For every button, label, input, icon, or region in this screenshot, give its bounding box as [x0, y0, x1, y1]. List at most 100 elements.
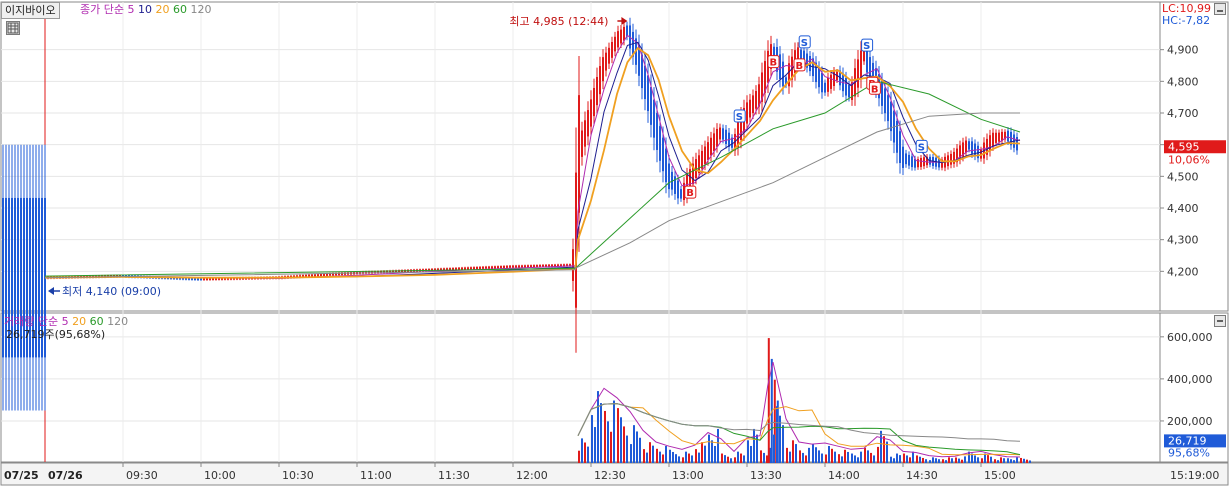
candle-body	[920, 157, 922, 167]
volume-bar	[717, 428, 719, 463]
price-ma-legend[interactable]: 종가 단순 5 10 20 60 120	[80, 3, 211, 17]
volume-bar	[600, 403, 602, 463]
candle-body	[884, 88, 886, 114]
current-price-label: 4,595	[1168, 140, 1200, 153]
table-grid-icon[interactable]	[6, 21, 20, 35]
volume-bar	[633, 425, 635, 463]
candle-body	[647, 75, 649, 112]
candle-body	[617, 31, 619, 48]
volume-bar	[617, 408, 619, 463]
vol-ma-period-5: 5	[61, 315, 69, 328]
volume-bar	[701, 442, 703, 463]
candle-body	[518, 265, 520, 268]
volume-bar	[994, 459, 996, 463]
maximize-icon[interactable]	[1214, 315, 1226, 327]
volume-bar	[604, 410, 606, 463]
volume-bar	[961, 459, 963, 463]
candle-body	[650, 87, 652, 125]
candle-body	[680, 189, 682, 199]
minimize-icon[interactable]	[1214, 3, 1226, 15]
volume-bar	[1010, 459, 1012, 463]
candle-body	[977, 145, 979, 159]
volume-bar	[834, 451, 836, 463]
volume-bar	[1003, 458, 1005, 463]
candle-body	[863, 50, 865, 62]
buy-signal-label: B	[796, 61, 804, 72]
candle-body	[860, 50, 862, 79]
candle-body	[749, 99, 751, 118]
candle-body	[821, 72, 823, 93]
candle-body	[491, 266, 493, 269]
volume-bar	[675, 454, 677, 463]
volume-bar	[867, 450, 869, 463]
candle-body	[824, 82, 826, 93]
volume-bar	[649, 442, 651, 463]
volume-bar	[659, 451, 661, 463]
volume-bar	[776, 406, 778, 463]
volume-bar	[955, 457, 957, 463]
volume-bar	[873, 455, 875, 463]
volume-bar	[581, 438, 583, 463]
price-pane	[0, 1, 1161, 312]
volume-bar	[782, 425, 784, 463]
ma-period-20: 20	[155, 3, 170, 16]
date-label-current: 07/26	[48, 469, 83, 482]
candle-body	[500, 266, 502, 269]
candle-body	[881, 81, 883, 106]
volume-bar	[594, 427, 596, 463]
stock-chart: 4,2004,3004,4004,5004,6004,7004,8004,900…	[0, 1, 1229, 486]
volume-bar	[789, 451, 791, 463]
candle-body	[899, 131, 901, 163]
volume-bar	[987, 455, 989, 463]
ma-period-120: 120	[190, 3, 212, 16]
price-ma-label: 종가 단순	[80, 3, 124, 16]
candle-body	[845, 77, 847, 96]
volume-bar	[587, 446, 589, 463]
volume-bar	[893, 458, 895, 463]
price-tick-label: 4,900	[1167, 44, 1199, 57]
time-tick-label: 12:00	[516, 469, 548, 482]
current-change-label: 10,06%	[1168, 153, 1210, 166]
volume-bar	[610, 431, 612, 463]
candle-body	[704, 146, 706, 165]
volume-bar	[964, 456, 966, 463]
candle-body	[752, 95, 754, 114]
candle-body	[509, 265, 511, 268]
candle-body	[998, 132, 1000, 142]
date-label-prev: 07/25	[4, 469, 39, 482]
candle-body	[572, 249, 574, 281]
candle-body	[506, 265, 508, 268]
volume-legend[interactable]: 거래량 단순 5 20 60 120	[4, 315, 128, 329]
candle-body	[590, 99, 592, 127]
volume-bar	[909, 457, 911, 463]
volume-bar	[685, 451, 687, 463]
stock-name-tab[interactable]: 이지바이오	[1, 2, 60, 19]
time-tick-label: 09:30	[126, 469, 158, 482]
time-tick-label: 10:00	[204, 469, 236, 482]
volume-bar	[974, 455, 976, 463]
volume-bar	[626, 435, 628, 463]
volume-bar	[877, 446, 879, 463]
table-grid-icon-glyph	[7, 22, 19, 34]
candle-body	[578, 95, 580, 213]
candle-body	[470, 267, 472, 270]
volume-bar	[1029, 460, 1031, 463]
candle-body	[659, 126, 661, 161]
volume-tick-label: 600,000	[1167, 331, 1213, 344]
hc-value: HC:-7,82	[1162, 14, 1211, 27]
candle-body	[869, 57, 871, 79]
volume-bar	[691, 455, 693, 463]
volume-bar	[812, 444, 814, 463]
candle-body	[596, 77, 598, 106]
candle-body	[950, 153, 952, 165]
time-tick-label: 14:30	[906, 469, 938, 482]
candle-body	[890, 101, 892, 132]
volume-bar	[607, 421, 609, 463]
volume-bar	[808, 447, 810, 463]
volume-bar	[695, 449, 697, 463]
volume-bar	[597, 391, 599, 463]
volume-bar	[851, 453, 853, 463]
volume-bar	[883, 436, 885, 463]
volume-bar	[714, 445, 716, 463]
volume-bar	[730, 458, 732, 463]
